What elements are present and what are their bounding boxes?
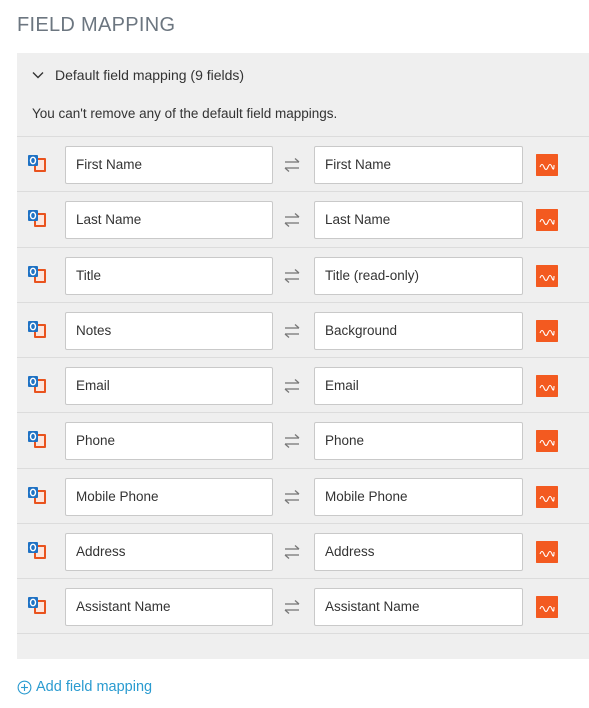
insightly-icon	[536, 319, 558, 342]
target-field[interactable]: First Name	[314, 146, 523, 184]
target-field[interactable]: Assistant Name	[314, 588, 523, 627]
swap-arrows-icon	[284, 434, 300, 449]
outlook-icon	[28, 155, 46, 172]
panel-title: Default field mapping (9 fields)	[55, 67, 245, 83]
insightly-icon	[536, 596, 558, 619]
outlook-icon	[28, 431, 46, 449]
source-field[interactable]: Email	[65, 367, 273, 406]
panel-note: You can't remove any of the default fiel…	[32, 106, 338, 121]
outlook-icon	[28, 486, 46, 504]
swap-arrows-icon	[284, 600, 300, 615]
source-field[interactable]: Last Name	[65, 201, 273, 240]
mapping-row: Email Email	[17, 357, 589, 412]
panel-toggle[interactable]: Default field mapping (9 fields)	[31, 65, 244, 85]
mapping-row: Phone Phone	[17, 412, 589, 467]
swap-arrows-icon	[284, 323, 300, 338]
mapping-row: Last Name Last Name	[17, 191, 589, 246]
insightly-icon	[536, 375, 558, 398]
plus-circle-icon	[17, 680, 32, 694]
insightly-icon	[536, 264, 558, 287]
source-field[interactable]: Phone	[65, 422, 273, 461]
insightly-icon	[536, 541, 558, 564]
insightly-icon	[536, 485, 558, 508]
swap-arrows-icon	[284, 545, 300, 560]
outlook-icon	[28, 597, 46, 615]
target-field[interactable]: Title (read-only)	[314, 256, 523, 295]
outlook-icon	[28, 265, 46, 283]
insightly-icon	[536, 209, 558, 232]
mapping-row: Mobile Phone Mobile Phone	[17, 467, 589, 523]
target-field[interactable]: Last Name	[314, 201, 523, 240]
source-field[interactable]: Notes	[65, 311, 273, 350]
source-field[interactable]: Title	[65, 256, 273, 295]
outlook-icon	[28, 376, 46, 394]
source-field[interactable]: First Name	[65, 146, 273, 184]
swap-arrows-icon	[284, 158, 300, 172]
add-field-mapping-link[interactable]: Add field mapping	[17, 679, 152, 695]
insightly-icon	[536, 154, 558, 176]
add-field-mapping-label: Add field mapping	[36, 679, 153, 695]
outlook-icon	[28, 320, 46, 338]
swap-arrows-icon	[284, 268, 300, 283]
mapping-row: Notes Background	[17, 301, 589, 357]
outlook-icon	[28, 210, 46, 228]
target-field[interactable]: Background	[314, 311, 523, 350]
outlook-icon	[28, 542, 46, 560]
source-field[interactable]: Address	[65, 533, 273, 572]
mapping-row: Title Title (read-only)	[17, 246, 589, 302]
target-field[interactable]: Phone	[314, 422, 523, 461]
mapping-list: First Name First Name Last Name Last Nam…	[17, 136, 589, 634]
source-field[interactable]: Assistant Name	[65, 588, 273, 627]
default-mapping-panel: Default field mapping (9 fields) You can…	[17, 53, 589, 659]
swap-arrows-icon	[284, 379, 300, 394]
target-field[interactable]: Email	[314, 367, 523, 406]
mapping-row: First Name First Name	[17, 136, 589, 191]
target-field[interactable]: Mobile Phone	[314, 477, 523, 516]
chevron-down-icon	[32, 72, 44, 79]
swap-arrows-icon	[284, 213, 300, 228]
section-heading: FIELD MAPPING	[17, 14, 176, 36]
insightly-icon	[536, 430, 558, 453]
swap-arrows-icon	[284, 489, 300, 504]
source-field[interactable]: Mobile Phone	[65, 477, 273, 516]
target-field[interactable]: Address	[314, 533, 523, 572]
mapping-row: Assistant Name Assistant Name	[17, 578, 589, 634]
mapping-row: Address Address	[17, 523, 589, 578]
